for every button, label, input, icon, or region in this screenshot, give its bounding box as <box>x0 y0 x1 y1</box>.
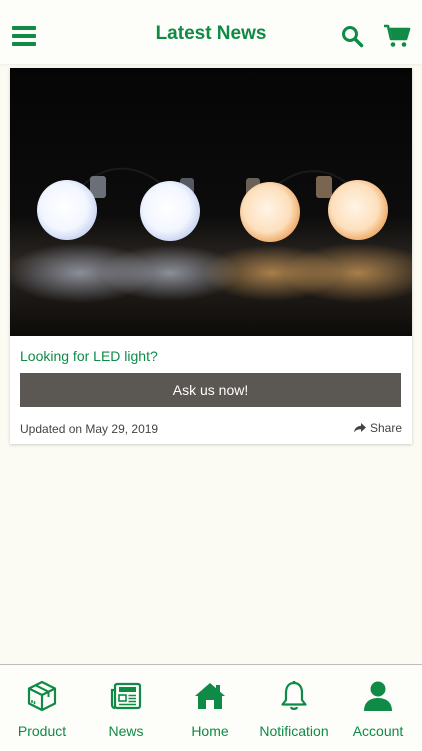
nav-label-notification: Notification <box>259 723 329 739</box>
updated-date: Updated on May 29, 2019 <box>20 422 159 436</box>
nav-item-product[interactable]: Product <box>0 665 84 751</box>
share-label: Share <box>369 421 402 435</box>
share-button[interactable]: Share <box>353 421 402 435</box>
nav-label-account: Account <box>352 723 404 739</box>
top-app-bar: Latest News <box>0 0 422 64</box>
user-icon <box>364 681 392 711</box>
news-headline[interactable]: Looking for LED light? <box>20 348 158 364</box>
nav-item-home[interactable]: Home <box>168 665 252 751</box>
newspaper-icon <box>110 682 142 710</box>
nav-label-news: News <box>108 723 144 739</box>
nav-label-home: Home <box>191 723 229 739</box>
ask-us-now-button[interactable]: Ask us now! <box>20 373 401 407</box>
nav-label-product: Product <box>17 723 67 739</box>
led-bulbs-photo <box>10 68 412 336</box>
nav-item-news[interactable]: News <box>84 665 168 751</box>
bell-icon <box>281 680 307 710</box>
nav-item-notification[interactable]: Notification <box>252 665 336 751</box>
search-icon[interactable] <box>340 24 364 48</box>
news-card[interactable]: Looking for LED light? Ask us now! Updat… <box>10 68 412 444</box>
bottom-nav-bar: Product News Home Notification Account <box>0 664 422 751</box>
news-image[interactable] <box>10 68 412 336</box>
package-icon <box>27 680 57 712</box>
home-icon <box>195 683 225 709</box>
share-arrow-icon <box>353 423 366 433</box>
nav-item-account[interactable]: Account <box>336 665 420 751</box>
shopping-cart-icon[interactable] <box>383 24 411 48</box>
